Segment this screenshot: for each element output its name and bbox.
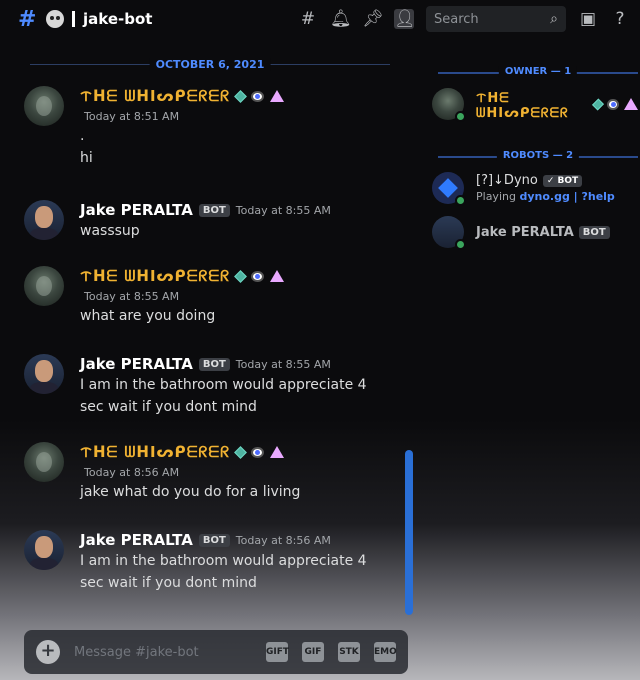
eye-badge-icon: [251, 90, 265, 102]
threads-icon[interactable]: #: [298, 9, 318, 29]
online-status-icon: [455, 239, 466, 250]
message-timestamp: Today at 8:55 AM: [235, 357, 331, 371]
search-icon: ⌕: [550, 11, 558, 27]
diamond-badge-icon: [234, 445, 248, 459]
message-timestamp: Today at 8:56 AM: [235, 533, 331, 547]
channel-hash-icon: #: [18, 6, 37, 32]
sticker-icon[interactable]: STK: [338, 642, 360, 662]
message-text: .: [80, 128, 85, 144]
owner-section-label: OWNER — 1: [498, 66, 578, 77]
avatar: [432, 216, 466, 250]
message-author[interactable]: Jake PERALTA: [80, 201, 193, 219]
message-text: jake what do you do for a living: [80, 484, 301, 500]
message-timestamp: Today at 8:56 AM: [84, 466, 180, 479]
member-name: ᝨᕼᗴ ᗯᕼIᔕᑭᗴᖇᗴᖇ: [476, 90, 569, 121]
member-item-owner[interactable]: ᝨᕼᗴ ᗯᕼIᔕᑭᗴᖇᗴᖇ: [432, 86, 638, 122]
activity-game: dyno.gg | ?help: [519, 190, 615, 203]
pin-icon[interactable]: 📌︎: [362, 9, 384, 29]
online-status-icon: [455, 195, 466, 206]
date-separator-label: OCTOBER 6, 2021: [149, 58, 271, 71]
avatar[interactable]: [24, 200, 64, 240]
online-status-icon: [455, 111, 466, 122]
message-text: what are you doing: [80, 308, 216, 324]
avatar: [432, 172, 466, 206]
message-author[interactable]: ᝨᕼᗴ ᗯᕼIᔕᑭᗴᖇᗴᖇ: [80, 266, 230, 286]
message-item: ᝨᕼᗴ ᗯᕼIᔕᑭᗴᖇᗴᖇ Today at 8:56 AM jake what…: [24, 442, 404, 503]
help-icon[interactable]: ?: [610, 9, 630, 29]
avatar[interactable]: [24, 530, 64, 570]
member-activity: Playing dyno.gg | ?help: [476, 190, 615, 203]
message-text: sec wait if you dont mind: [80, 575, 257, 591]
triangle-badge-icon: [624, 98, 638, 110]
eye-badge-icon: [251, 270, 265, 282]
eye-badge-icon: [607, 98, 619, 110]
diamond-badge-icon: [234, 89, 248, 103]
triangle-badge-icon: [270, 90, 285, 102]
triangle-badge-icon: [270, 446, 285, 458]
message-timestamp: Today at 8:55 AM: [235, 203, 331, 217]
message-text: wasssup: [80, 223, 140, 239]
robots-section-header: ROBOTS — 2: [438, 150, 638, 162]
diamond-badge-icon: [234, 269, 248, 283]
verified-bot-tag: ✓ BOT: [542, 174, 583, 187]
triangle-badge-icon: [270, 270, 285, 282]
bot-tag: BOT: [578, 225, 610, 239]
channel-header: # jake-bot # 🔔︎ 📌︎ 👤︎ Search ⌕ ▣ ?: [0, 0, 640, 38]
search-placeholder: Search: [434, 11, 479, 27]
message-timestamp: Today at 8:55 AM: [84, 290, 180, 303]
owner-section-header: OWNER — 1: [438, 66, 638, 78]
message-item: Jake PERALTA BOT Today at 8:55 AM wasssu…: [24, 200, 404, 242]
message-author[interactable]: Jake PERALTA: [80, 355, 193, 373]
bot-tag: BOT: [198, 533, 230, 547]
message-text: sec wait if you dont mind: [80, 399, 257, 415]
gift-icon[interactable]: GIFT: [266, 642, 289, 662]
robots-section-label: ROBOTS — 2: [496, 150, 580, 161]
bot-tag: BOT: [198, 357, 230, 371]
message-composer: + Message #jake-bot GIFT GIF STK EMO: [24, 630, 408, 674]
member-list-icon[interactable]: 👤︎: [394, 9, 416, 29]
avatar[interactable]: [24, 86, 64, 126]
message-item: Jake PERALTA BOT Today at 8:55 AM I am i…: [24, 354, 404, 418]
message-author[interactable]: ᝨᕼᗴ ᗯᕼIᔕᑭᗴᖇᗴᖇ: [80, 442, 230, 462]
member-name: Jake PERALTA: [476, 224, 574, 240]
message-author[interactable]: Jake PERALTA: [80, 531, 193, 549]
bot-face-icon: [46, 10, 64, 28]
bot-tag: BOT: [198, 203, 230, 217]
search-input[interactable]: Search ⌕: [426, 6, 566, 32]
member-item-jake[interactable]: Jake PERALTA BOT: [432, 214, 638, 250]
message-text: hi: [80, 150, 93, 166]
message-scrollbar[interactable]: [405, 450, 413, 615]
avatar[interactable]: [24, 354, 64, 394]
avatar[interactable]: [24, 266, 64, 306]
member-list: OWNER — 1 ᝨᕼᗴ ᗯᕼIᔕᑭᗴᖇᗴᖇ ROBOTS — 2 [?]↓D…: [420, 40, 640, 300]
message-list: OCTOBER 6, 2021 ᝨᕼᗴ ᗯᕼIᔕᑭᗴᖇᗴᖇ Today at 8…: [0, 40, 420, 620]
member-item-dyno[interactable]: [?]↓Dyno ✓ BOT Playing dyno.gg | ?help: [432, 170, 638, 206]
message-input[interactable]: Message #jake-bot: [74, 645, 252, 660]
channel-title: jake-bot: [83, 10, 153, 28]
message-text: I am in the bathroom would appreciate 4: [80, 377, 367, 393]
add-attachment-icon[interactable]: +: [36, 640, 60, 664]
eye-badge-icon: [251, 446, 265, 458]
avatar[interactable]: [24, 442, 64, 482]
message-timestamp: Today at 8:51 AM: [84, 110, 180, 123]
diamond-badge-icon: [592, 97, 605, 111]
emoji-icon[interactable]: EMO: [374, 642, 397, 662]
message-item: ᝨᕼᗴ ᗯᕼIᔕᑭᗴᖇᗴᖇ Today at 8:51 AM . hi: [24, 86, 404, 169]
avatar: [432, 88, 466, 122]
message-text: I am in the bathroom would appreciate 4: [80, 553, 367, 569]
bell-icon[interactable]: 🔔︎: [330, 9, 352, 29]
activity-prefix: Playing: [476, 190, 520, 203]
date-separator: OCTOBER 6, 2021: [30, 58, 390, 71]
inbox-icon[interactable]: ▣: [578, 9, 598, 29]
message-item: ᝨᕼᗴ ᗯᕼIᔕᑭᗴᖇᗴᖇ Today at 8:55 AM what are …: [24, 266, 404, 327]
message-author[interactable]: ᝨᕼᗴ ᗯᕼIᔕᑭᗴᖇᗴᖇ: [80, 86, 230, 106]
member-name: [?]↓Dyno: [476, 173, 538, 188]
gif-icon[interactable]: GIF: [302, 642, 324, 662]
message-item: Jake PERALTA BOT Today at 8:56 AM I am i…: [24, 530, 404, 594]
title-divider: [72, 11, 75, 27]
header-toolbar: # 🔔︎ 📌︎ 👤︎ Search ⌕ ▣ ?: [298, 6, 630, 32]
